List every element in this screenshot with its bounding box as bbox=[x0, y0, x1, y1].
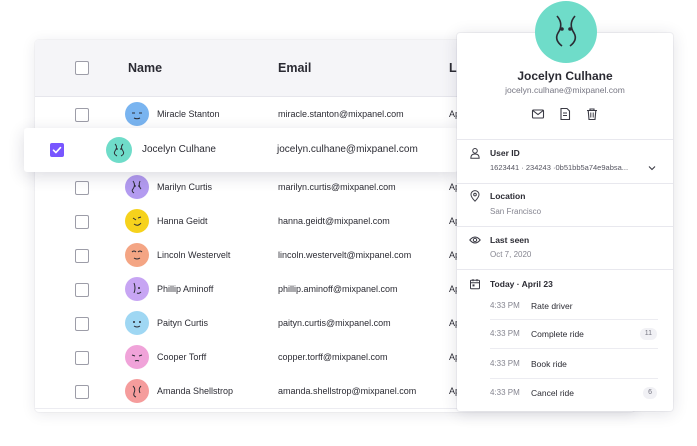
avatar bbox=[125, 175, 149, 199]
select-all-checkbox[interactable] bbox=[75, 61, 89, 75]
chevron-down-icon[interactable] bbox=[647, 164, 657, 172]
event-time: 4:33 PM bbox=[490, 359, 520, 368]
row-checkbox[interactable] bbox=[75, 108, 89, 122]
avatar bbox=[125, 379, 149, 403]
last-seen-label: Last seen bbox=[490, 235, 530, 245]
cell-name: Marilyn Curtis bbox=[157, 182, 213, 192]
event-time: 4:33 PM bbox=[490, 329, 520, 338]
user-icon bbox=[470, 148, 480, 159]
calendar-icon bbox=[470, 279, 480, 290]
avatar bbox=[106, 137, 132, 163]
row-checkbox[interactable] bbox=[75, 283, 89, 297]
divider bbox=[457, 139, 673, 140]
avatar bbox=[125, 243, 149, 267]
cell-name: Jocelyn Culhane bbox=[142, 144, 216, 155]
avatar bbox=[125, 209, 149, 233]
cell-name: Lincoln Westervelt bbox=[157, 250, 231, 260]
row-checkbox[interactable] bbox=[75, 215, 89, 229]
cell-name: Paityn Curtis bbox=[157, 318, 209, 328]
event-count-badge: 6 bbox=[643, 387, 657, 399]
row-checkbox-checked[interactable] bbox=[50, 143, 64, 157]
profile-panel: Jocelyn Culhane jocelyn.culhane@mixpanel… bbox=[457, 33, 673, 411]
profile-avatar bbox=[535, 1, 597, 63]
cell-email: miracle.stanton@mixpanel.com bbox=[278, 109, 404, 119]
event-time: 4:33 PM bbox=[490, 388, 520, 397]
row-checkbox[interactable] bbox=[75, 351, 89, 365]
cell-email: paityn.curtis@mixpanel.com bbox=[278, 318, 391, 328]
cell-email: copper.torff@mixpanel.com bbox=[278, 352, 388, 362]
last-seen-value: Oct 7, 2020 bbox=[490, 250, 532, 259]
row-checkbox[interactable] bbox=[75, 317, 89, 331]
cell-name: Phillip Aminoff bbox=[157, 284, 214, 294]
activity-heading: Today · April 23 bbox=[490, 279, 553, 289]
avatar bbox=[125, 102, 149, 126]
profile-name: Jocelyn Culhane bbox=[517, 69, 613, 83]
avatar bbox=[125, 311, 149, 335]
profile-email: jocelyn.culhane@mixpanel.com bbox=[505, 85, 625, 95]
trash-icon[interactable] bbox=[585, 107, 599, 121]
event-name[interactable]: Book ride bbox=[531, 359, 567, 369]
event-name[interactable]: Cancel ride bbox=[531, 388, 574, 398]
row-checkbox[interactable] bbox=[75, 249, 89, 263]
check-icon bbox=[52, 146, 62, 154]
cell-email: phillip.aminoff@mixpanel.com bbox=[278, 284, 398, 294]
cell-name: Cooper Torff bbox=[157, 352, 207, 362]
row-checkbox[interactable] bbox=[75, 385, 89, 399]
event-count-badge: 11 bbox=[639, 328, 657, 340]
cell-name: Miracle Stanton bbox=[157, 109, 220, 119]
location-label: Location bbox=[490, 191, 526, 201]
divider bbox=[457, 226, 673, 227]
note-icon[interactable] bbox=[558, 107, 572, 121]
divider bbox=[490, 348, 658, 349]
cell-email: lincoln.westervelt@mixpanel.com bbox=[278, 250, 412, 260]
row-checkbox[interactable] bbox=[75, 181, 89, 195]
divider bbox=[457, 269, 673, 270]
divider bbox=[457, 183, 673, 184]
event-name[interactable]: Rate driver bbox=[531, 301, 573, 311]
mail-icon[interactable] bbox=[531, 107, 545, 121]
location-pin-icon bbox=[470, 190, 480, 202]
location-value: San Francisco bbox=[490, 207, 542, 216]
column-header-email[interactable]: Email bbox=[278, 40, 311, 96]
event-name[interactable]: Complete ride bbox=[531, 329, 584, 339]
divider bbox=[490, 319, 658, 320]
avatar bbox=[125, 345, 149, 369]
column-header-name[interactable]: Name bbox=[128, 40, 162, 96]
event-time: 4:33 PM bbox=[490, 301, 520, 310]
cell-email: marilyn.curtis@mixpanel.com bbox=[278, 182, 396, 192]
eye-icon bbox=[469, 236, 481, 244]
cell-name: Hanna Geidt bbox=[157, 216, 208, 226]
selected-table-row[interactable]: Jocelyn Culhane jocelyn.culhane@mixpanel… bbox=[24, 128, 458, 172]
cell-email: amanda.shellstrop@mixpanel.com bbox=[278, 386, 417, 396]
divider bbox=[490, 378, 658, 379]
cell-name: Amanda Shellstrop bbox=[157, 386, 234, 396]
avatar bbox=[125, 277, 149, 301]
user-id-value: 1623441 · 234243 ·0b51bb5a74e9absa... bbox=[490, 163, 629, 172]
user-id-label: User ID bbox=[490, 148, 520, 158]
cell-email: jocelyn.culhane@mixpanel.com bbox=[277, 144, 418, 155]
cell-email: hanna.geidt@mixpanel.com bbox=[278, 216, 390, 226]
